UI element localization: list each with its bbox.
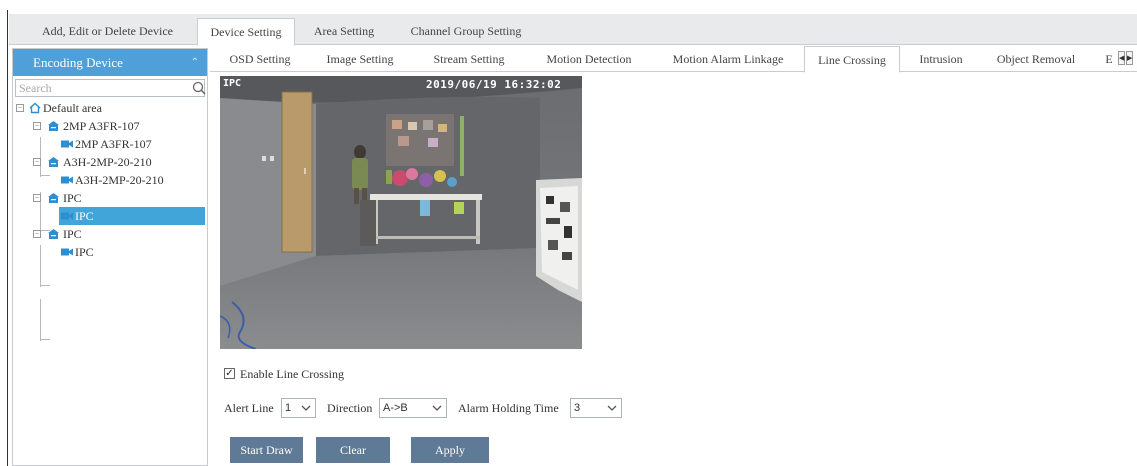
enable-line-crossing-checkbox[interactable]: ✓ xyxy=(224,368,235,379)
sidebar-header[interactable]: Encoding Device ⌃ xyxy=(13,49,207,76)
alert-line-value: 1 xyxy=(285,402,292,414)
sidebar-title: Encoding Device xyxy=(33,55,123,70)
device-icon xyxy=(48,121,59,131)
apply-button[interactable]: Apply xyxy=(411,437,489,463)
tree-item-channel[interactable]: IPC xyxy=(13,243,207,261)
tab-object-removal[interactable]: Object Removal xyxy=(984,46,1088,72)
tab-line-crossing[interactable]: Line Crossing xyxy=(804,46,900,73)
tree-item-channel[interactable]: A3H-2MP-20-210 xyxy=(13,171,207,189)
tab-channel-group-setting[interactable]: Channel Group Setting xyxy=(393,18,539,46)
tab-motion-detection[interactable]: Motion Detection xyxy=(530,46,648,72)
camera-icon xyxy=(61,212,73,220)
start-draw-button[interactable]: Start Draw xyxy=(230,437,303,463)
tree-item-channel[interactable]: 2MP A3FR-107 xyxy=(13,135,207,153)
camera-icon xyxy=(61,248,73,256)
enable-line-crossing-label: Enable Line Crossing xyxy=(240,367,344,381)
osd-timestamp: 2019/06/19 16:32:02 xyxy=(426,78,562,91)
tab-image-setting[interactable]: Image Setting xyxy=(312,46,408,72)
device-icon xyxy=(48,229,59,239)
direction-select[interactable]: A->B xyxy=(379,398,447,418)
tree-item-device[interactable]: − IPC xyxy=(13,189,207,207)
tab-intrusion[interactable]: Intrusion xyxy=(904,46,978,72)
clear-button[interactable]: Clear xyxy=(316,437,390,463)
tab-device-setting[interactable]: Device Setting xyxy=(197,18,295,46)
home-icon xyxy=(29,102,41,114)
tree-item-channel-selected[interactable]: IPC xyxy=(59,207,205,225)
chevron-down-icon xyxy=(432,405,442,411)
alert-line-select[interactable]: 1 xyxy=(281,398,316,418)
chevron-down-icon xyxy=(607,405,617,411)
window-border xyxy=(7,10,8,466)
tab-overflow[interactable]: E xyxy=(1102,46,1116,72)
device-sidebar: Encoding Device ⌃ − Default area − xyxy=(12,48,208,466)
collapse-toggle-icon[interactable]: − xyxy=(33,158,41,166)
tab-motion-alarm-linkage[interactable]: Motion Alarm Linkage xyxy=(656,46,800,72)
tree-item-device[interactable]: − IPC xyxy=(13,225,207,243)
collapse-toggle-icon[interactable]: − xyxy=(33,122,41,130)
search-icon[interactable] xyxy=(191,80,207,96)
tab-area-setting[interactable]: Area Setting xyxy=(303,18,385,46)
tree-item-default-area[interactable]: − Default area xyxy=(13,99,207,117)
direction-value: A->B xyxy=(383,402,408,414)
collapse-toggle-icon[interactable]: − xyxy=(33,230,41,238)
alarm-holding-time-label: Alarm Holding Time xyxy=(458,401,559,415)
collapse-toggle-icon[interactable]: − xyxy=(16,104,24,112)
tab-add-edit-delete-device[interactable]: Add, Edit or Delete Device xyxy=(25,18,190,46)
direction-label: Direction xyxy=(327,401,373,415)
device-icon xyxy=(48,193,59,203)
sub-tab-bar: OSD Setting Image Setting Stream Setting… xyxy=(210,46,1137,73)
collapse-icon[interactable]: ⌃ xyxy=(191,49,199,76)
collapse-toggle-icon[interactable]: − xyxy=(33,194,41,202)
tab-scroll-right-icon[interactable]: ▶ xyxy=(1126,51,1133,65)
alert-line-label: Alert Line xyxy=(224,401,274,415)
tab-stream-setting[interactable]: Stream Setting xyxy=(416,46,522,72)
tree-item-device[interactable]: − 2MP A3FR-107 xyxy=(13,117,207,135)
camera-preview: IPC 2019/06/19 16:32:02 xyxy=(220,76,582,349)
top-tab-bar: Add, Edit or Delete Device Device Settin… xyxy=(9,14,1137,46)
tree-item-device[interactable]: − A3H-2MP-20-210 xyxy=(13,153,207,171)
alarm-holding-time-value: 3 xyxy=(574,402,581,414)
alarm-holding-time-select[interactable]: 3 xyxy=(570,398,622,418)
camera-icon xyxy=(61,176,73,184)
tab-osd-setting[interactable]: OSD Setting xyxy=(216,46,304,72)
camera-image xyxy=(220,76,582,349)
tab-scroll-left-icon[interactable]: ◀ xyxy=(1118,51,1125,65)
device-icon xyxy=(48,157,59,167)
chevron-down-icon xyxy=(301,405,311,411)
camera-icon xyxy=(61,140,73,148)
osd-channel-name: IPC xyxy=(223,78,242,89)
search-input[interactable] xyxy=(15,79,205,97)
